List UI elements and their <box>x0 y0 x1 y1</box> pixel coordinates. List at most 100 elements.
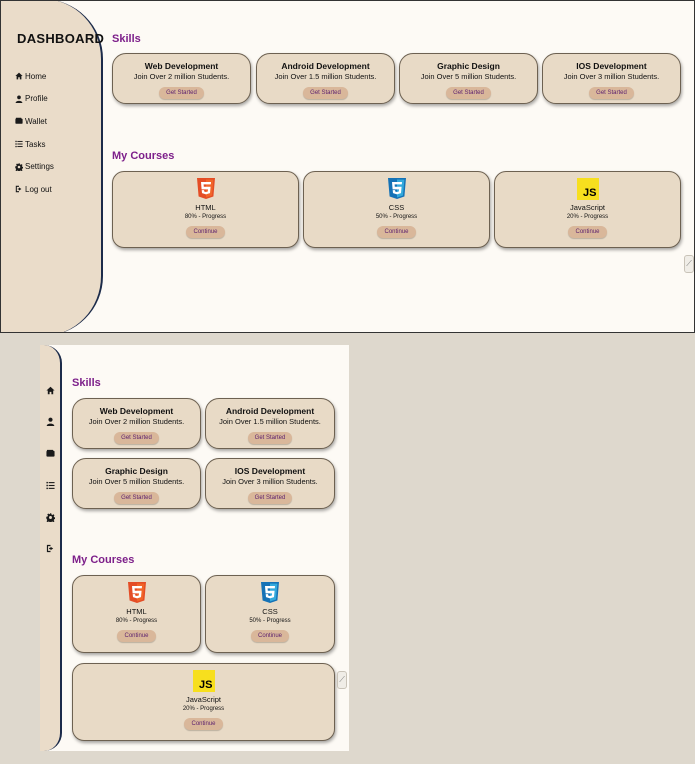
html5-icon <box>196 178 215 199</box>
continue-button[interactable]: Continue <box>117 630 156 642</box>
get-started-button[interactable]: Get Started <box>446 87 491 99</box>
skill-card-ios: IOS Development Join Over 3 million Stud… <box>542 53 681 104</box>
get-started-button[interactable]: Get Started <box>114 492 159 504</box>
course-name: CSS <box>262 607 278 616</box>
course-card-css: CSS 50% - Progress Continue <box>205 575 335 653</box>
nav-label: Profile <box>25 94 48 104</box>
gear-icon[interactable] <box>46 513 55 522</box>
wallet-icon[interactable] <box>46 449 55 458</box>
tasks-icon[interactable] <box>46 481 55 490</box>
course-progress: 50% - Progress <box>249 618 291 624</box>
skill-title: IOS Development <box>576 61 647 71</box>
skill-subtitle: Join Over 2 million Students. <box>88 417 185 426</box>
resize-handle-icon[interactable]: ⟋ <box>337 671 347 689</box>
skill-subtitle: Join Over 5 million Students. <box>88 477 185 486</box>
wallet-icon <box>15 118 23 125</box>
brand-title: DASHBOARD <box>17 31 105 46</box>
home-icon <box>15 72 23 80</box>
logout-icon[interactable] <box>46 544 55 553</box>
skill-title: Android Development <box>281 61 370 71</box>
nav-label: Wallet <box>25 116 47 126</box>
course-card-js: JS JavaScript 20% - Progress Continue <box>494 171 681 248</box>
nav-settings[interactable]: Settings <box>15 155 54 178</box>
desktop-view: DASHBOARD Home Profile Wallet Tasks Sett… <box>0 0 695 333</box>
course-name: JavaScript <box>569 203 605 212</box>
skill-card-graphic: Graphic Design Join Over 5 million Stude… <box>72 458 201 509</box>
skill-card-graphic: Graphic Design Join Over 5 million Stude… <box>399 53 538 104</box>
skill-title: Graphic Design <box>105 466 168 476</box>
course-card-html: HTML 80% - Progress Continue <box>72 575 201 653</box>
course-name: CSS <box>388 203 405 212</box>
continue-button[interactable]: Continue <box>250 630 290 642</box>
course-name: JavaScript <box>185 695 221 704</box>
continue-button[interactable]: Continue <box>186 226 225 238</box>
nav-wallet[interactable]: Wallet <box>15 110 54 133</box>
css3-icon <box>387 178 406 199</box>
skill-card-android: Android Development Join Over 1.5 millio… <box>205 398 335 449</box>
skill-card-web: Web Development Join Over 2 million Stud… <box>72 398 201 449</box>
get-started-button[interactable]: Get Started <box>247 432 293 444</box>
resize-handle-icon[interactable]: ⟋ <box>684 255 694 273</box>
get-started-button[interactable]: Get Started <box>114 432 159 444</box>
courses-heading: My Courses <box>72 554 135 566</box>
skill-title: IOS Development <box>234 466 306 476</box>
skill-card-ios: IOS Development Join Over 3 million Stud… <box>205 458 335 509</box>
skill-title: Web Development <box>144 61 219 71</box>
course-progress: 50% - Progress <box>375 214 418 220</box>
course-card-js: JS JavaScript 20% - Progress Continue <box>72 663 335 741</box>
user-icon[interactable] <box>46 417 55 426</box>
skill-title: Web Development <box>99 406 174 416</box>
course-progress: 20% - Progress <box>566 214 609 220</box>
nav-label: Tasks <box>25 139 46 149</box>
nav-tasks[interactable]: Tasks <box>15 133 54 156</box>
get-started-button[interactable]: Get Started <box>303 87 348 99</box>
get-started-button[interactable]: Get Started <box>247 492 293 504</box>
course-name: HTML <box>195 203 216 212</box>
skill-card-web: Web Development Join Over 2 million Stud… <box>112 53 251 104</box>
continue-button[interactable]: Continue <box>184 718 223 730</box>
continue-button[interactable]: Continue <box>377 226 416 238</box>
skill-subtitle: Join Over 5 million Students. <box>420 72 517 81</box>
course-progress: 80% - Progress <box>115 618 158 624</box>
home-icon[interactable] <box>46 386 55 395</box>
nav-logout[interactable]: Log out <box>15 178 54 201</box>
nav-home[interactable]: Home <box>15 65 54 88</box>
skills-heading: Skills <box>112 33 141 45</box>
skill-card-android: Android Development Join Over 1.5 millio… <box>256 53 395 104</box>
sidebar: DASHBOARD Home Profile Wallet Tasks Sett… <box>1 1 105 332</box>
js-icon: JS <box>192 670 215 692</box>
course-progress: 80% - Progress <box>184 214 227 220</box>
course-name: HTML <box>126 607 147 616</box>
skill-subtitle: Join Over 3 million Students. <box>563 72 660 81</box>
skill-subtitle: Join Over 2 million Students. <box>133 72 230 81</box>
get-started-button[interactable]: Get Started <box>159 87 204 99</box>
skill-title: Android Development <box>225 406 315 416</box>
course-progress: 20% - Progress <box>182 706 225 712</box>
course-card-css: CSS 50% - Progress Continue <box>303 171 490 248</box>
mobile-view: Skills Web Development Join Over 2 milli… <box>40 345 349 751</box>
nav-label: Log out <box>25 184 52 194</box>
get-started-button[interactable]: Get Started <box>589 87 634 99</box>
skill-title: Graphic Design <box>437 61 500 71</box>
skills-heading: Skills <box>72 377 101 389</box>
courses-heading: My Courses <box>112 150 175 162</box>
skill-subtitle: Join Over 1.5 million Students. <box>274 72 377 81</box>
tasks-icon <box>15 140 23 148</box>
icon-rail <box>40 345 62 751</box>
skill-subtitle: Join Over 1.5 million Students. <box>219 417 321 426</box>
sidebar-nav: Home Profile Wallet Tasks Settings Log o… <box>15 65 54 201</box>
nav-profile[interactable]: Profile <box>15 88 54 111</box>
continue-button[interactable]: Continue <box>568 226 607 238</box>
logout-icon <box>15 186 22 193</box>
css3-icon <box>261 582 279 603</box>
course-card-html: HTML 80% - Progress Continue <box>112 171 299 248</box>
js-icon: JS <box>576 178 599 200</box>
js-icon-text: JS <box>583 187 597 199</box>
skill-subtitle: Join Over 3 million Students. <box>222 477 318 486</box>
html5-icon <box>127 582 146 603</box>
nav-label: Home <box>25 71 47 81</box>
gear-icon <box>15 162 23 171</box>
user-icon <box>15 95 23 103</box>
nav-label: Settings <box>25 162 54 172</box>
js-icon-text: JS <box>199 679 213 691</box>
